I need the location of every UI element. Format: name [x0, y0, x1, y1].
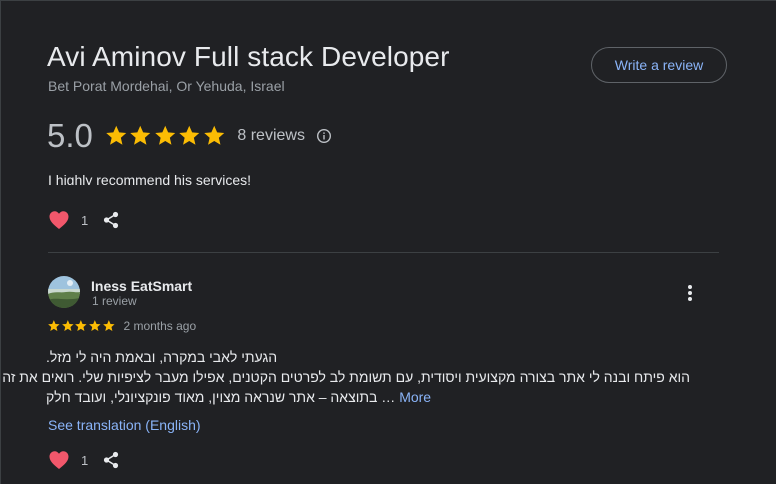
star-icon [204, 125, 225, 145]
reaction-count: 1 [81, 212, 89, 228]
review-text: הגעתי לאבי במקרה, ובאמת היה לי מזל. הוא … [2, 347, 690, 407]
reaction-count: 1 [81, 452, 89, 468]
star-icon [89, 320, 101, 331]
rating-value: 5.0 [47, 117, 93, 154]
star-icon [106, 125, 127, 145]
star-icon [155, 125, 176, 145]
star-icon [61, 320, 74, 331]
star-icon [130, 125, 151, 145]
info-icon[interactable] [316, 128, 332, 144]
business-address: Bet Porat Mordehai, Or Yehuda, Israel [48, 78, 285, 94]
see-translation-link[interactable]: See translation (English) [48, 417, 201, 433]
reviewer-avatar[interactable] [48, 276, 80, 308]
star-icon [48, 320, 60, 331]
previous-review-text: I highly recommend his services! [48, 172, 252, 185]
rating-summary: 5.0 8 reviews [47, 116, 332, 156]
review-date: 2 months ago [123, 319, 197, 333]
more-vert-icon [688, 285, 692, 301]
review-ellipsis: … [381, 389, 396, 405]
share-icon[interactable] [102, 211, 120, 229]
review-line: הגעתי לאבי במקרה, ובאמת היה לי מזל. [46, 349, 278, 365]
review-line-last: בתוצאה – אתר שנראה מצוין, מאוד פונקציונל… [46, 387, 690, 407]
heart-icon [49, 211, 69, 229]
heart-reaction-button[interactable] [48, 210, 70, 230]
more-link[interactable]: More [399, 389, 431, 405]
reviews-count-link[interactable]: 8 reviews [237, 127, 305, 145]
business-title: Avi Aminov Full stack Developer [47, 41, 450, 72]
write-review-button[interactable]: Write a review [591, 47, 727, 83]
star-icon [102, 320, 115, 331]
more-options-button[interactable] [680, 282, 700, 304]
star-icon [75, 320, 87, 331]
heart-reaction-button[interactable] [48, 450, 70, 470]
review-line: הוא פיתח ובנה לי אתר בצורה מקצועית ויסוד… [2, 369, 690, 385]
heart-icon [49, 451, 69, 469]
previous-review-reactions: 1 [48, 208, 120, 232]
rating-stars [104, 124, 227, 148]
review-rating: 2 months ago [47, 319, 196, 333]
review-divider [48, 252, 719, 253]
review-line: בתוצאה – אתר שנראה מצוין, מאוד פונקציונל… [46, 389, 378, 405]
star-icon [179, 125, 200, 145]
reviewer-name[interactable]: Iness EatSmart [91, 278, 192, 294]
review-stars [47, 319, 115, 333]
review-reactions: 1 [48, 448, 120, 472]
share-icon[interactable] [102, 451, 120, 469]
reviewer-review-count: 1 review [92, 294, 137, 308]
